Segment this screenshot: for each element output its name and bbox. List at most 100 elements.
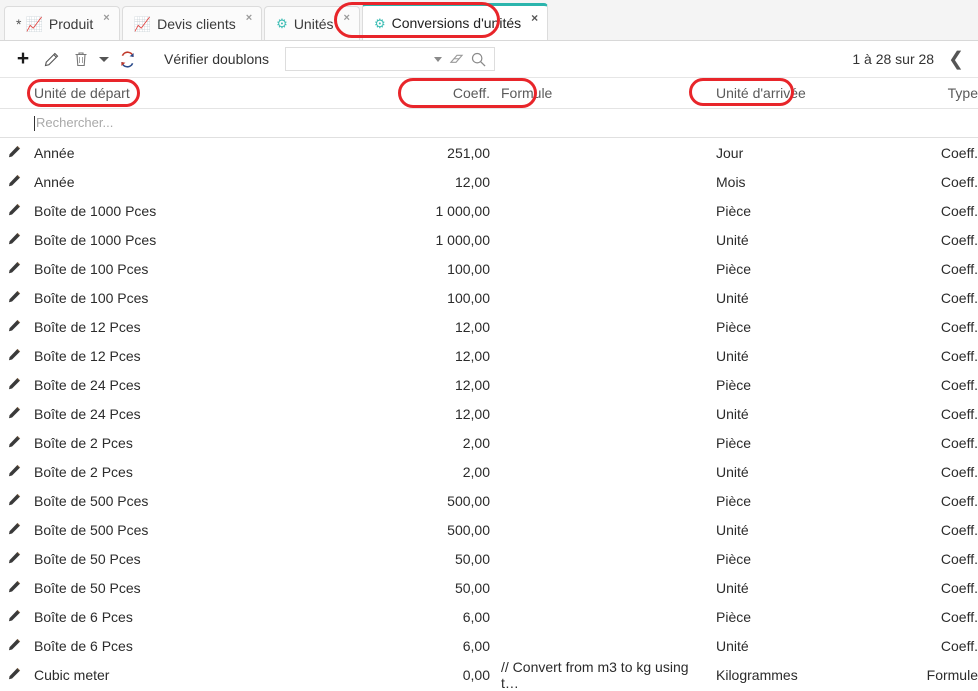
- cell-unite-de-depart: Boîte de 50 Pces: [34, 579, 141, 596]
- delete-dropdown-button[interactable]: [96, 46, 112, 72]
- edit-button[interactable]: [36, 46, 66, 72]
- cell-coeff: 12,00: [454, 376, 490, 393]
- search-input-cell[interactable]: Rechercher...: [28, 114, 400, 132]
- cell-unite-de-depart: Boîte de 500 Pces: [34, 492, 149, 509]
- cell-coeff: 12,00: [454, 347, 490, 364]
- cell-type: Coeff.: [940, 173, 978, 190]
- table-row[interactable]: Boîte de 500 Pces 500,00 Pièce Coeff.: [0, 486, 978, 515]
- cell-formule: // Convert from m3 to kg using t…: [501, 658, 689, 691]
- cell-unite-d-arrivee: Unité: [716, 347, 749, 364]
- table-row[interactable]: Boîte de 24 Pces 12,00 Unité Coeff.: [0, 399, 978, 428]
- column-header-unite-d-arrivee[interactable]: Unité d'arrivée: [710, 85, 900, 101]
- row-edit-button[interactable]: [0, 522, 28, 538]
- row-edit-button[interactable]: [0, 232, 28, 248]
- close-icon[interactable]: ×: [246, 12, 252, 24]
- row-edit-button[interactable]: [0, 580, 28, 596]
- row-edit-button[interactable]: [0, 145, 28, 161]
- cell-coeff: 6,00: [462, 637, 490, 654]
- row-edit-button[interactable]: [0, 464, 28, 480]
- row-edit-button[interactable]: [0, 406, 28, 422]
- row-edit-button[interactable]: [0, 174, 28, 190]
- chevron-left-icon[interactable]: ❮: [948, 50, 964, 69]
- cell-unite-de-depart: Année: [34, 173, 75, 190]
- column-header-formule[interactable]: Formule: [490, 85, 710, 101]
- tab-devis-clients[interactable]: 📈 Devis clients ×: [121, 6, 263, 40]
- cell-unite-d-arrivee: Pièce: [716, 260, 752, 277]
- cell-type: Coeff.: [940, 405, 978, 422]
- row-edit-button[interactable]: [0, 290, 28, 306]
- filter-search-box[interactable]: [285, 47, 496, 71]
- close-icon[interactable]: ×: [344, 12, 350, 24]
- add-button[interactable]: +: [10, 46, 36, 72]
- close-icon[interactable]: ×: [531, 11, 538, 25]
- cell-unite-d-arrivee: Pièce: [716, 318, 752, 335]
- row-edit-button[interactable]: [0, 348, 28, 364]
- table-row[interactable]: Boîte de 1000 Pces 1 000,00 Pièce Coeff.: [0, 196, 978, 225]
- cell-unite-de-depart: Cubic meter: [34, 666, 110, 683]
- cell-unite-de-depart: Boîte de 12 Pces: [34, 347, 141, 364]
- table-row[interactable]: Boîte de 24 Pces 12,00 Pièce Coeff.: [0, 370, 978, 399]
- delete-button[interactable]: [66, 46, 96, 72]
- search-icon[interactable]: [471, 52, 486, 67]
- gear-icon: ⚙: [276, 16, 288, 31]
- chevron-down-icon[interactable]: [434, 56, 443, 62]
- table-row[interactable]: Boîte de 12 Pces 12,00 Unité Coeff.: [0, 341, 978, 370]
- row-edit-button[interactable]: [0, 493, 28, 509]
- table-row[interactable]: Boîte de 50 Pces 50,00 Unité Coeff.: [0, 573, 978, 602]
- row-edit-button[interactable]: [0, 551, 28, 567]
- pencil-icon: [8, 609, 20, 621]
- table-row[interactable]: Boîte de 6 Pces 6,00 Unité Coeff.: [0, 631, 978, 660]
- row-edit-button[interactable]: [0, 319, 28, 335]
- table-row[interactable]: Année 251,00 Jour Coeff.: [0, 138, 978, 167]
- cell-type: Coeff.: [940, 521, 978, 538]
- column-header-type[interactable]: Type: [900, 85, 978, 101]
- cell-unite-de-depart: Année: [34, 144, 75, 161]
- table-row[interactable]: Boîte de 6 Pces 6,00 Pièce Coeff.: [0, 602, 978, 631]
- tab-produit[interactable]: * 📈 Produit ×: [4, 6, 120, 40]
- table-row[interactable]: Boîte de 12 Pces 12,00 Pièce Coeff.: [0, 312, 978, 341]
- cell-unite-de-depart: Boîte de 50 Pces: [34, 550, 141, 567]
- cell-unite-d-arrivee: Unité: [716, 405, 749, 422]
- cell-type: Coeff.: [940, 637, 978, 654]
- refresh-icon: [120, 50, 134, 68]
- cell-coeff: 251,00: [447, 144, 490, 161]
- tab-dirty-marker: *: [16, 15, 22, 32]
- row-edit-button[interactable]: [0, 203, 28, 219]
- tab-unites[interactable]: ⚙ Unités ×: [264, 6, 360, 40]
- cell-coeff: 2,00: [462, 434, 490, 451]
- table-row[interactable]: Cubic meter 0,00 // Convert from m3 to kg …: [0, 658, 978, 691]
- table-row[interactable]: Année 12,00 Mois Coeff.: [0, 167, 978, 196]
- cell-unite-de-depart: Boîte de 12 Pces: [34, 318, 141, 335]
- refresh-button[interactable]: [112, 46, 142, 72]
- row-edit-button[interactable]: [0, 609, 28, 625]
- row-edit-button[interactable]: [0, 435, 28, 451]
- close-icon[interactable]: ×: [103, 12, 109, 24]
- pencil-icon: [8, 290, 20, 302]
- pencil-icon: [8, 261, 20, 273]
- table-row[interactable]: Boîte de 50 Pces 50,00 Pièce Coeff.: [0, 544, 978, 573]
- table-row[interactable]: Boîte de 100 Pces 100,00 Pièce Coeff.: [0, 254, 978, 283]
- column-header-coeff[interactable]: Coeff.: [400, 85, 490, 101]
- chevron-down-icon: [99, 56, 109, 62]
- cell-type: Coeff.: [940, 202, 978, 219]
- cell-coeff: 2,00: [462, 463, 490, 480]
- table-row[interactable]: Boîte de 100 Pces 100,00 Unité Coeff.: [0, 283, 978, 312]
- table-row[interactable]: Boîte de 1000 Pces 1 000,00 Unité Coeff.: [0, 225, 978, 254]
- check-duplicates-button[interactable]: Vérifier doublons: [164, 51, 269, 67]
- table-row[interactable]: Boîte de 500 Pces 500,00 Unité Coeff.: [0, 515, 978, 544]
- table-row[interactable]: Boîte de 2 Pces 2,00 Unité Coeff.: [0, 457, 978, 486]
- tab-conversions-d-unites[interactable]: ⚙ Conversions d'unités ×: [361, 3, 549, 40]
- cell-type: Coeff.: [940, 231, 978, 248]
- row-edit-button[interactable]: [0, 261, 28, 277]
- cell-unite-d-arrivee: Kilogrammes: [716, 666, 798, 683]
- row-edit-button[interactable]: [0, 667, 28, 683]
- eraser-icon[interactable]: [449, 53, 464, 66]
- cell-coeff: 12,00: [454, 318, 490, 335]
- pencil-icon: [8, 319, 20, 331]
- table-row[interactable]: Boîte de 2 Pces 2,00 Pièce Coeff.: [0, 428, 978, 457]
- row-edit-button[interactable]: [0, 638, 28, 654]
- column-header-unite-de-depart[interactable]: Unité de départ: [28, 85, 400, 101]
- pencil-icon: [8, 435, 20, 447]
- row-edit-button[interactable]: [0, 377, 28, 393]
- cell-coeff: 1 000,00: [435, 202, 491, 219]
